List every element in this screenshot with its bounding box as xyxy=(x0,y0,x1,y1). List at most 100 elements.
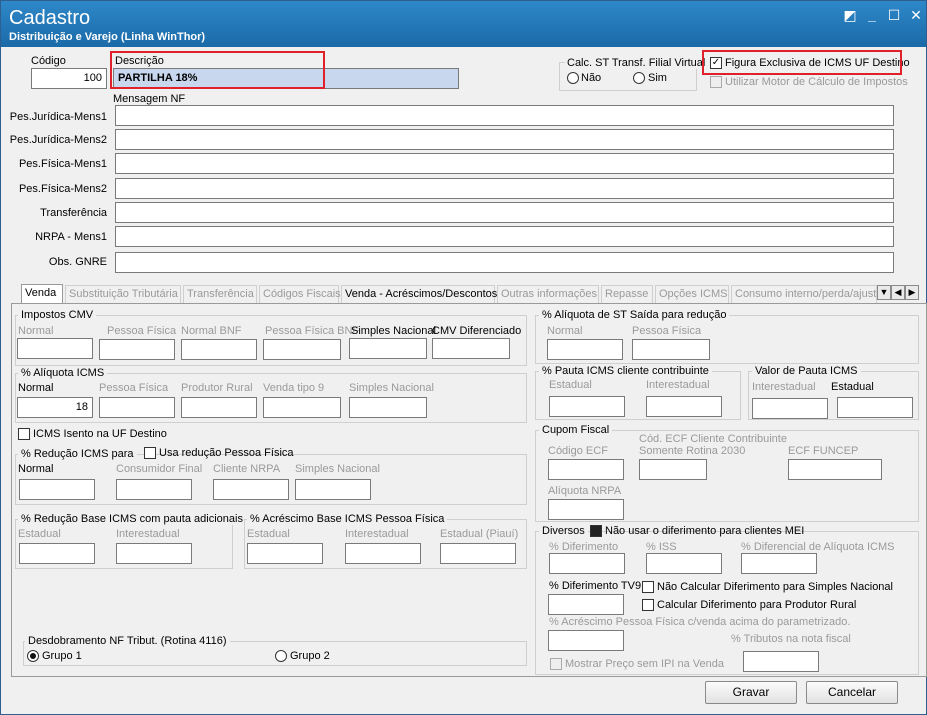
nao-usar-diferimento-checkbox[interactable] xyxy=(590,525,602,537)
icms-produtor-input[interactable] xyxy=(181,397,257,418)
cod-ecf-cliente-label-1: Cód. ECF Cliente Contribuinte xyxy=(639,433,787,445)
msg-input[interactable] xyxy=(115,153,894,174)
codigo-input[interactable]: 100 xyxy=(31,68,107,89)
icms-produtor-label: Produtor Rural xyxy=(181,382,253,394)
cod-ecf-cliente-input[interactable] xyxy=(639,459,707,480)
tab-codigos-fiscais[interactable]: Códigos Fiscais xyxy=(259,285,341,303)
radio-sim[interactable] xyxy=(633,72,645,84)
diferimento-tv9-input[interactable] xyxy=(548,594,624,615)
aliquota-nrpa-label: Alíquota NRPA xyxy=(548,485,622,497)
ab-estadual-label: Estadual xyxy=(247,528,290,540)
cmv-diferenciado-input[interactable] xyxy=(432,338,510,359)
window-title: Cadastro xyxy=(9,7,91,29)
grupo1-label: Grupo 1 xyxy=(42,650,82,662)
vp-estadual-input[interactable] xyxy=(837,397,913,418)
ecf-funcep-input[interactable] xyxy=(788,459,882,480)
icms-venda-tipo9-input[interactable] xyxy=(263,397,341,418)
aliquota-nrpa-input[interactable] xyxy=(548,499,624,520)
rb-estadual-input[interactable] xyxy=(19,543,95,564)
minimize-icon[interactable]: _ xyxy=(863,7,881,23)
tab-substituicao-tributaria[interactable]: Substituição Tributária xyxy=(65,285,181,303)
acrescimo-pf-input[interactable] xyxy=(548,630,624,651)
tab-opcoes-icms[interactable]: Opções ICMS xyxy=(655,285,729,303)
msg-input[interactable] xyxy=(115,252,894,273)
ab-estadual-input[interactable] xyxy=(247,543,323,564)
tab-repasse[interactable]: Repasse xyxy=(601,285,653,303)
icms-isento-checkbox[interactable] xyxy=(18,428,30,440)
ab-interestadual-input[interactable] xyxy=(345,543,421,564)
red-nrpa-input[interactable] xyxy=(213,479,289,500)
grupo1-radio[interactable] xyxy=(27,650,39,662)
pauta-interestadual-label: Interestadual xyxy=(646,379,710,391)
msg-input[interactable] xyxy=(115,178,894,199)
pauta-estadual-input[interactable] xyxy=(549,396,625,417)
icms-simples-label: Simples Nacional xyxy=(349,382,434,394)
cmv-normal-input[interactable] xyxy=(17,338,93,359)
st-normal-input[interactable] xyxy=(547,339,623,360)
tab-venda[interactable]: Venda xyxy=(21,284,63,304)
red-nrpa-label: Cliente NRPA xyxy=(213,463,281,475)
cmv-pf-bnf-input[interactable] xyxy=(263,339,341,360)
diferimento-tv9-label: % Diferimento TV9 xyxy=(549,580,642,592)
icms-isento-label: ICMS Isento na UF Destino xyxy=(33,428,167,440)
diferencial-input[interactable] xyxy=(741,553,817,574)
cmv-normal-label: Normal xyxy=(18,325,54,337)
mostrar-preco-checkbox[interactable] xyxy=(550,658,562,670)
tab-outras-informacoes[interactable]: Outras informações xyxy=(497,285,599,303)
tab-transferencia[interactable]: Transferência xyxy=(183,285,257,303)
radio-nao[interactable] xyxy=(567,72,579,84)
msg-input[interactable] xyxy=(115,129,894,150)
tab-venda-acrescimos[interactable]: Venda - Acréscimos/Descontos xyxy=(341,285,497,303)
close-icon[interactable]: ✕ xyxy=(907,7,925,23)
tributos-nota-input[interactable] xyxy=(743,651,819,672)
st-pf-input[interactable] xyxy=(632,339,710,360)
tab-consumo-interno[interactable]: Consumo interno/perda/ajuste xyxy=(731,285,877,303)
ab-piaui-input[interactable] xyxy=(440,543,516,564)
diversos-title: Diversos xyxy=(539,525,588,537)
nao-calcular-checkbox[interactable] xyxy=(642,581,654,593)
vp-interestadual-label: Interestadual xyxy=(752,381,816,393)
cmv-normal-bnf-input[interactable] xyxy=(181,339,257,360)
tab-scroll-right-icon[interactable]: ▶ xyxy=(905,285,919,300)
iss-input[interactable] xyxy=(646,553,722,574)
impostos-cmv-title: Impostos CMV xyxy=(18,309,97,321)
tab-dropdown-icon[interactable]: ▼ xyxy=(877,285,891,300)
red-consumidor-input[interactable] xyxy=(116,479,192,500)
gravar-button[interactable]: Gravar xyxy=(705,681,797,704)
msg-input[interactable] xyxy=(115,226,894,247)
diferimento-input[interactable] xyxy=(549,553,625,574)
msg-label: Pes.Física-Mens1 xyxy=(18,158,107,170)
msg-input[interactable] xyxy=(115,105,894,126)
red-normal-input[interactable] xyxy=(19,479,95,500)
msg-label: NRPA - Mens1 xyxy=(35,231,107,243)
codigo-ecf-label: Código ECF xyxy=(548,445,608,457)
vp-interestadual-input[interactable] xyxy=(752,398,828,419)
tab-scroll-left-icon[interactable]: ◀ xyxy=(891,285,905,300)
icms-normal-input[interactable]: 18 xyxy=(17,397,93,418)
acrescimo-base-title: % Acréscimo Base ICMS Pessoa Física xyxy=(247,513,448,525)
rb-interestadual-input[interactable] xyxy=(116,543,192,564)
radio-sim-label: Sim xyxy=(648,72,667,84)
usa-reducao-checkbox[interactable] xyxy=(144,447,156,459)
calcular-produtor-checkbox[interactable] xyxy=(642,599,654,611)
pauta-interestadual-input[interactable] xyxy=(646,396,722,417)
utilizar-motor-checkbox[interactable] xyxy=(710,76,722,88)
rb-interestadual-label: Interestadual xyxy=(116,528,180,540)
cmv-simples-label: Simples Nacional xyxy=(351,325,436,337)
cancelar-button[interactable]: Cancelar xyxy=(806,681,898,704)
red-simples-input[interactable] xyxy=(295,479,371,500)
maximize-icon[interactable]: ☐ xyxy=(885,7,903,23)
mensagem-nf-label: Mensagem NF xyxy=(113,93,186,105)
codigo-ecf-input[interactable] xyxy=(548,459,624,480)
cmv-simples-input[interactable] xyxy=(349,338,427,359)
calcular-produtor-label: Calcular Diferimento para Produtor Rural xyxy=(657,599,857,611)
grupo2-radio[interactable] xyxy=(275,650,287,662)
cupom-fiscal-title: Cupom Fiscal xyxy=(539,424,613,436)
msg-input[interactable] xyxy=(115,202,894,223)
cmv-pf-input[interactable] xyxy=(99,339,175,360)
restore-icon[interactable]: ◩ xyxy=(841,7,859,23)
red-consumidor-label: Consumidor Final xyxy=(116,463,203,475)
aliquota-icms-title: % Alíquota ICMS xyxy=(18,367,108,379)
icms-simples-input[interactable] xyxy=(349,397,427,418)
icms-pf-input[interactable] xyxy=(99,397,175,418)
